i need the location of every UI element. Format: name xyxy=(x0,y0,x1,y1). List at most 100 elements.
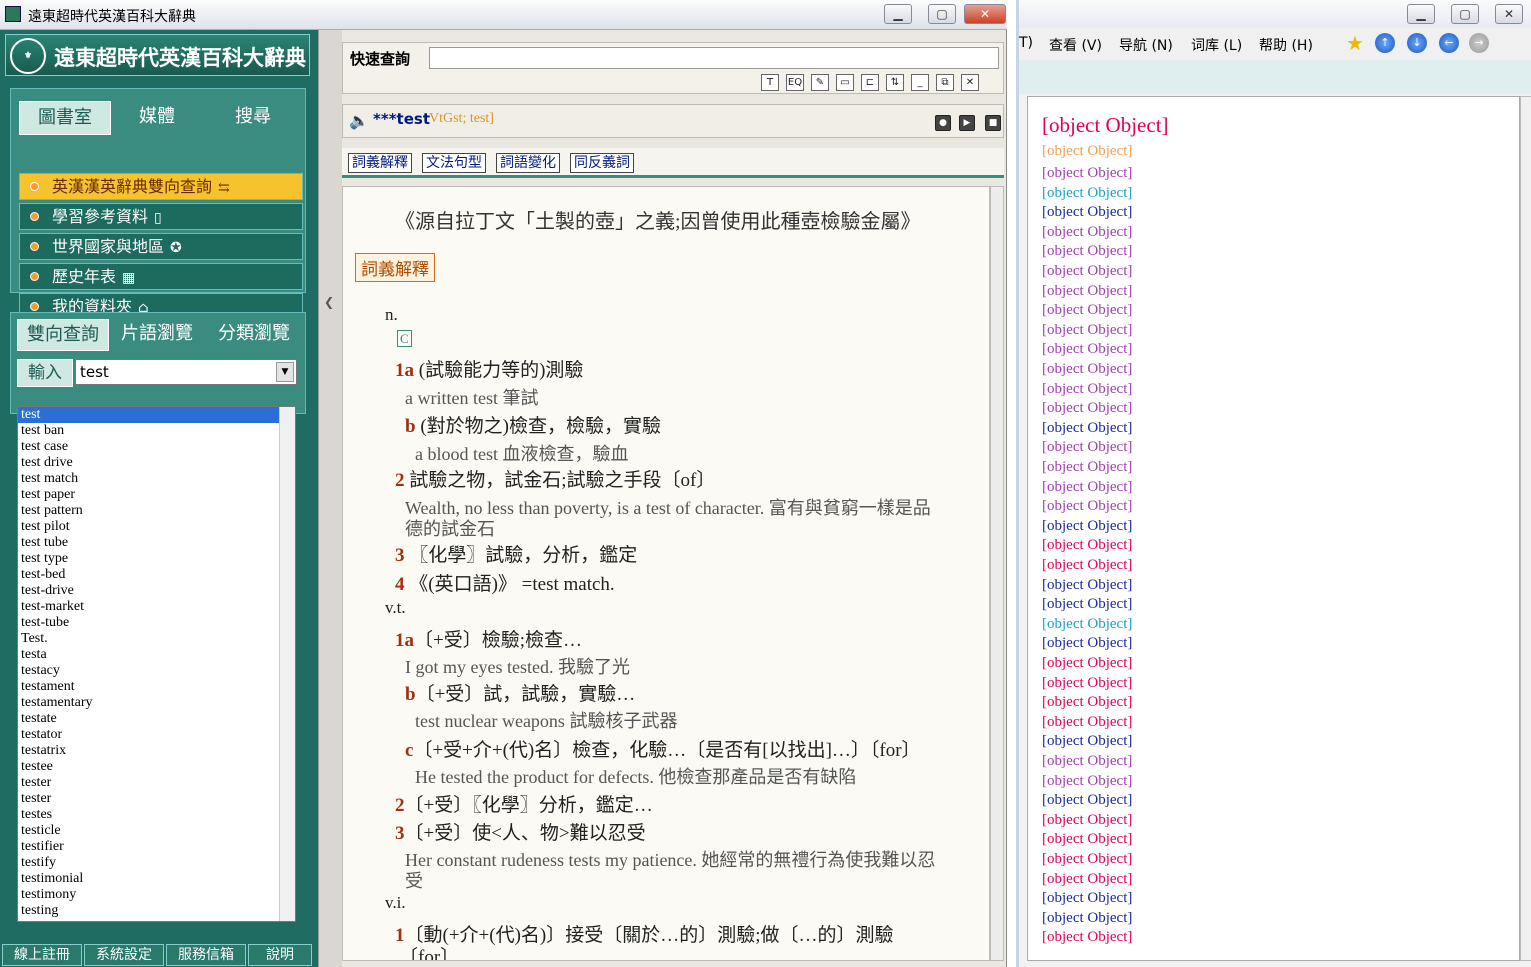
minimize-icon[interactable]: _ xyxy=(911,74,929,91)
help-button[interactable]: 說明 xyxy=(248,944,312,966)
word-list-item[interactable]: test pilot xyxy=(18,519,295,535)
print-icon[interactable]: ▭ xyxy=(836,74,854,91)
word-list-item[interactable]: testa xyxy=(18,647,295,663)
tab-word-forms[interactable]: 詞語變化 xyxy=(496,153,560,173)
phonetic: VtGst; test] xyxy=(429,111,494,126)
word-list-item[interactable]: test-market xyxy=(18,599,295,615)
favorite-star-icon[interactable]: ★ xyxy=(1345,33,1365,53)
panel-splitter[interactable]: ❮ xyxy=(318,30,342,967)
word-list-item[interactable]: test-tube xyxy=(18,615,295,631)
word-list-item[interactable]: tester xyxy=(18,791,295,807)
word-list-item[interactable]: testament xyxy=(18,679,295,695)
quick-search-input[interactable] xyxy=(429,47,999,69)
window2-entry-line: [object Object] xyxy=(1042,772,1133,789)
insert-icon[interactable]: ⊏ xyxy=(861,74,879,91)
word-list-item[interactable]: testing xyxy=(18,903,295,919)
minimize-button[interactable]: ▁ xyxy=(884,4,912,24)
word-list[interactable]: test test ban test case test drive test matc… xyxy=(17,406,296,922)
word-list-item[interactable]: testacy xyxy=(18,663,295,679)
formula-icon[interactable]: EQ xyxy=(786,74,804,91)
up-arrow-icon[interactable]: ↑ xyxy=(1375,33,1395,53)
window2-entry-line: [object Object] xyxy=(1042,400,1133,417)
word-list-item[interactable]: test-drive xyxy=(18,583,295,599)
menu-view[interactable]: 查看 (V) xyxy=(1049,35,1102,55)
search-input[interactable]: test ▼ xyxy=(75,359,297,385)
category-item-study[interactable]: 學習參考資料 ▯ xyxy=(19,203,303,230)
play-icon[interactable]: ▶ xyxy=(959,115,975,131)
word-list-item[interactable]: test type xyxy=(18,551,295,567)
menu-help[interactable]: 帮助 (H) xyxy=(1259,35,1313,55)
entry-line: 3 〖化學〗試驗，分析，鑑定 xyxy=(395,540,637,567)
window2-maximize-button[interactable]: ▢ xyxy=(1451,4,1479,24)
tab-search[interactable]: 搜尋 xyxy=(207,101,299,135)
app-icon xyxy=(5,6,21,22)
menu-bar: T) 查看 (V) 导航 (N) 词库 (L) 帮助 (H) ★ ↑ ↓ ← → xyxy=(1019,28,1531,60)
word-list-item[interactable]: test drive xyxy=(18,455,295,471)
word-list-item[interactable]: test xyxy=(18,407,295,423)
entry-line: Her constant rudeness tests my patience.… xyxy=(405,850,936,870)
category-item-countries[interactable]: 世界國家與地區 ✪ xyxy=(19,233,303,260)
word-list-item[interactable]: testate xyxy=(18,711,295,727)
window2-close-button[interactable]: ✕ xyxy=(1495,4,1523,24)
word-list-item[interactable]: test-bed xyxy=(18,567,295,583)
stop-icon[interactable]: ■ xyxy=(985,115,1001,131)
tab-library[interactable]: 圖書室 xyxy=(19,101,111,135)
content-scrollbar[interactable] xyxy=(990,186,1004,961)
word-list-item[interactable]: testamentary xyxy=(18,695,295,711)
word-list-item[interactable]: testimony xyxy=(18,887,295,903)
tab-bidirectional[interactable]: 雙向查詢 xyxy=(17,319,109,351)
menu-tools[interactable]: T) xyxy=(1019,35,1033,51)
maximize-button[interactable]: ▢ xyxy=(928,4,956,24)
tab-media[interactable]: 媒體 xyxy=(111,101,203,135)
down-arrow-icon[interactable]: ↓ xyxy=(1407,33,1427,53)
register-button[interactable]: 線上註冊 xyxy=(2,944,82,966)
forward-arrow-icon[interactable]: → xyxy=(1469,33,1489,53)
word-list-item[interactable]: testee xyxy=(18,759,295,775)
word-list-item[interactable]: tester xyxy=(18,775,295,791)
speaker-icon[interactable]: 🔈 xyxy=(349,111,369,130)
word-list-item[interactable]: testifier xyxy=(18,839,295,855)
tab-synonyms[interactable]: 同反義詞 xyxy=(570,153,634,173)
restore-icon[interactable]: ⧉ xyxy=(936,74,954,91)
back-arrow-icon[interactable]: ← xyxy=(1439,33,1459,53)
window2-entry-line: [object Object] xyxy=(1042,204,1133,221)
category-item-history[interactable]: 歷史年表 ▦ xyxy=(19,263,303,290)
close-button[interactable]: ✕ xyxy=(964,4,1006,24)
window2-minimize-button[interactable]: ▁ xyxy=(1407,4,1435,24)
pen-icon[interactable]: ✎ xyxy=(811,74,829,91)
record-icon[interactable]: ● xyxy=(935,115,951,131)
word-list-item[interactable]: test pattern xyxy=(18,503,295,519)
settings-button[interactable]: 系統設定 xyxy=(84,944,164,966)
tab-phrase-browse[interactable]: 片語瀏覽 xyxy=(111,319,203,351)
logo-text: 遠東超時代英漢百科大辭典 xyxy=(54,45,306,70)
word-list-item[interactable]: testimonial xyxy=(18,871,295,887)
menu-navigate[interactable]: 导航 (N) xyxy=(1119,35,1173,55)
word-list-item[interactable]: testatrix xyxy=(18,743,295,759)
window2-entry-line: [object Object] xyxy=(1042,909,1133,926)
menu-lexicon[interactable]: 词库 (L) xyxy=(1191,35,1242,55)
word-list-item[interactable]: Test. xyxy=(18,631,295,647)
tab-category-browse[interactable]: 分類瀏覽 xyxy=(205,319,303,351)
close-icon[interactable]: ✕ xyxy=(961,74,979,91)
word-list-item[interactable]: test case xyxy=(18,439,295,455)
collapse-arrow-icon[interactable]: ❮ xyxy=(324,295,334,309)
word-list-item[interactable]: test match xyxy=(18,471,295,487)
word-list-item[interactable]: test ban xyxy=(18,423,295,439)
dropdown-arrow-icon[interactable]: ▼ xyxy=(276,362,294,382)
tab-meanings[interactable]: 詞義解釋 xyxy=(348,153,412,173)
mailbox-button[interactable]: 服務信箱 xyxy=(166,944,246,966)
text-icon[interactable]: T xyxy=(761,74,779,91)
sort-icon[interactable]: ⇅ xyxy=(886,74,904,91)
category-item-dictionary[interactable]: 英漢漢英辭典雙向查詢 ⇆ xyxy=(19,173,303,200)
headword-bar: 🔈 ***test VtGst; test] ● ▶ ■ xyxy=(342,104,1004,138)
window2-scrollbar[interactable] xyxy=(1520,96,1531,961)
word-list-scrollbar[interactable] xyxy=(279,407,295,921)
tab-grammar[interactable]: 文法句型 xyxy=(422,153,486,173)
word-list-item[interactable]: testify xyxy=(18,855,295,871)
word-list-item[interactable]: testes xyxy=(18,807,295,823)
word-list-item[interactable]: test paper xyxy=(18,487,295,503)
word-list-item[interactable]: test tube xyxy=(18,535,295,551)
word-list-item[interactable]: testator xyxy=(18,727,295,743)
word-list-item[interactable]: testicle xyxy=(18,823,295,839)
window2-search-strip xyxy=(1019,60,1531,94)
